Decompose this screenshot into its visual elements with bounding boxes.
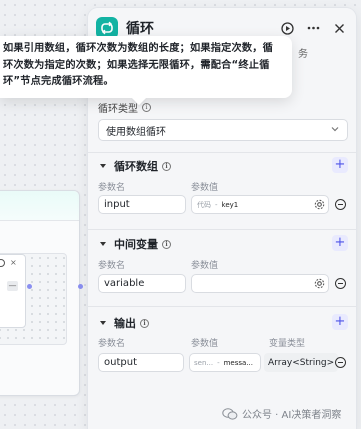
mid-vars-section-title[interactable]: 中间变量 i — [98, 236, 171, 252]
wechat-icon — [222, 407, 238, 420]
loop-type-value: 使用数组循环 — [106, 126, 166, 138]
info-icon[interactable]: i — [140, 318, 149, 328]
output-section-title[interactable]: 输出 i — [98, 315, 149, 331]
chevron-down-icon — [100, 242, 106, 246]
info-icon[interactable]: i — [162, 239, 171, 249]
col-header-name: 参数名 — [98, 183, 126, 193]
watermark: 公众号 · AI决策者洞察 — [222, 406, 341, 421]
add-loop-array-button[interactable]: + — [332, 157, 348, 173]
close-icon[interactable]: × — [10, 258, 17, 267]
panel-title: 循环 — [126, 21, 154, 37]
remove-row-icon[interactable] — [335, 278, 346, 289]
tooltip-text: 如果引用数组，循环次数为数组的长度；如果指定次数，循 环次数为指定的次数；如果选… — [3, 43, 274, 87]
remove-row-icon[interactable] — [335, 357, 346, 368]
gear-icon[interactable] — [314, 199, 325, 210]
more-icon[interactable] — [304, 19, 322, 37]
col-header-value: 参数值 — [191, 261, 219, 271]
chevron-down-icon — [100, 321, 106, 325]
col-header-name: 参数名 — [98, 339, 126, 349]
divider — [88, 152, 356, 153]
node-port[interactable] — [78, 284, 83, 289]
gear-icon[interactable] — [314, 278, 325, 289]
param-name-input[interactable]: output — [98, 353, 184, 372]
chevron-down-icon — [100, 164, 106, 168]
param-ref-input[interactable]: sen... - messa... — [189, 353, 261, 372]
loop-node-body: × — — [0, 253, 67, 345]
run-icon[interactable] — [278, 19, 296, 37]
loop-type-tooltip: 如果引用数组，循环次数为数组的长度；如果指定次数，循 环次数为指定的次数；如果选… — [0, 36, 292, 106]
add-output-button[interactable]: + — [332, 314, 348, 330]
variable-ref-chip: 代码 - key1 — [197, 200, 239, 209]
col-header-name: 参数名 — [98, 261, 126, 271]
loop-node-header — [0, 191, 79, 221]
info-icon[interactable]: i — [162, 161, 171, 171]
loop-array-section-title[interactable]: 循环数组 i — [98, 158, 171, 174]
param-name-input[interactable]: input — [98, 195, 186, 214]
loop-type-select[interactable]: 使用数组循环 — [98, 119, 348, 141]
remove-row-icon[interactable] — [335, 199, 346, 210]
param-ref-input[interactable]: 代码 - key1 — [191, 195, 329, 214]
node-port[interactable] — [27, 284, 32, 289]
info-icon[interactable]: i — [142, 103, 151, 112]
divider — [88, 306, 356, 307]
loop-node-card[interactable]: × — — [0, 190, 80, 396]
variable-type-select[interactable]: Array<String> — [264, 353, 339, 372]
col-header-type: 变量类型 — [269, 339, 306, 349]
col-header-value: 参数值 — [191, 183, 219, 193]
divider — [88, 229, 356, 230]
add-mid-var-button[interactable]: + — [332, 235, 348, 251]
loop-type-label: 循环类型 i — [98, 100, 151, 115]
inner-node-card[interactable]: × — — [0, 254, 26, 328]
variable-ref-chip: sen... - messa... — [194, 358, 253, 367]
close-panel-icon[interactable] — [330, 19, 348, 37]
col-header-value: 参数值 — [191, 339, 219, 349]
collapse-button[interactable]: — — [7, 281, 18, 291]
chevron-down-icon — [331, 127, 339, 132]
inner-node-icon — [0, 259, 5, 267]
param-value-input[interactable] — [191, 274, 329, 293]
param-name-input[interactable]: variable — [98, 274, 186, 293]
tab-fragment[interactable]: 务 — [298, 45, 308, 60]
